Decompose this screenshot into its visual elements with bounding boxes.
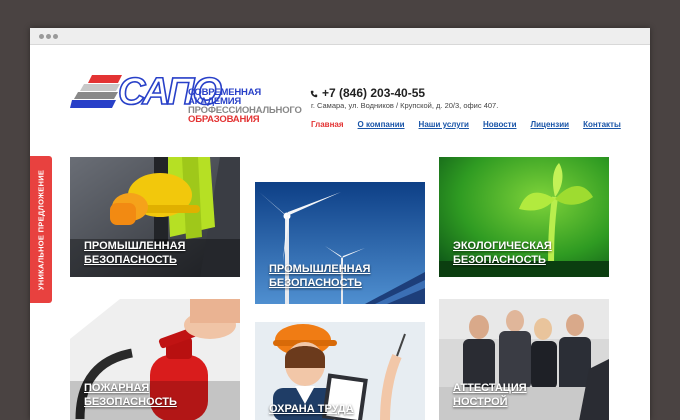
main-nav: Главная О компании Наши услуги Новости Л…	[311, 120, 621, 129]
tile-caption-line-1: ОХРАНА ТРУДА	[269, 403, 354, 415]
tile-caption: ПРОМЫШЛЕННАЯ БЕЗОПАСНОСТЬ	[84, 239, 185, 267]
nav-item-contacts[interactable]: Контакты	[583, 120, 621, 129]
tile-caption-line-1: ПРОМЫШЛЕННАЯ	[84, 240, 186, 252]
window-dot-icon[interactable]	[39, 34, 44, 39]
nav-item-services[interactable]: Наши услуги	[419, 120, 469, 129]
window-dot-icon[interactable]	[53, 34, 58, 39]
window-dot-icon[interactable]	[46, 34, 51, 39]
tile-caption: ОХРАНА ТРУДА	[269, 402, 354, 416]
tile-caption-line-2: БЕЗОПАСНОСТЬ	[269, 277, 362, 289]
tile-caption: ПОЖАРНАЯ БЕЗОПАСНОСТЬ	[84, 381, 177, 409]
web-page: САПО СОВРЕМЕННАЯ АКАДЕМИЯ ПРОФЕССИОНАЛЬН…	[30, 45, 650, 420]
phone-icon	[310, 90, 318, 98]
tile-caption: АТТЕСТАЦИЯ НОСТРОЙ	[453, 381, 527, 409]
tile-caption-line-1: ПРОМЫШЛЕННАЯ	[269, 263, 371, 275]
unique-offer-tab[interactable]: УНИКАЛЬНОЕ ПРЕДЛОЖЕНИЕ	[30, 156, 52, 303]
tile-caption-line-2: БЕЗОПАСНОСТЬ	[84, 396, 177, 408]
address-text: г. Самара, ул. Водников / Крупской, д. 2…	[311, 101, 499, 110]
nav-item-about[interactable]: О компании	[358, 120, 405, 129]
tile-industrial-safety-2[interactable]: ПРОМЫШЛЕННАЯ БЕЗОПАСНОСТЬ	[255, 182, 425, 304]
tile-caption-line-2: БЕЗОПАСНОСТЬ	[453, 254, 546, 266]
logo-line-4: ОБРАЗОВАНИЯ	[188, 114, 260, 125]
tile-labor-protection[interactable]: ОХРАНА ТРУДА	[255, 322, 425, 420]
tile-industrial-safety-1[interactable]: ПРОМЫШЛЕННАЯ БЕЗОПАСНОСТЬ	[70, 157, 240, 277]
nav-item-home[interactable]: Главная	[311, 120, 344, 129]
phone-number[interactable]: +7 (846) 203-40-55	[310, 86, 425, 100]
phone-text: +7 (846) 203-40-55	[322, 86, 426, 100]
site-logo[interactable]: САПО СОВРЕМЕННАЯ АКАДЕМИЯ ПРОФЕССИОНАЛЬН…	[70, 70, 302, 124]
tile-caption-line-1: ПОЖАРНАЯ	[84, 382, 150, 394]
tile-caption-line-2: БЕЗОПАСНОСТЬ	[84, 254, 177, 266]
tile-caption-line-1: АТТЕСТАЦИЯ	[453, 382, 527, 394]
tile-certification-nostroy[interactable]: АТТЕСТАЦИЯ НОСТРОЙ	[439, 299, 609, 420]
tile-caption-line-2: НОСТРОЙ	[453, 396, 508, 408]
browser-window: САПО СОВРЕМЕННАЯ АКАДЕМИЯ ПРОФЕССИОНАЛЬН…	[30, 28, 650, 420]
tile-caption: ПРОМЫШЛЕННАЯ БЕЗОПАСНОСТЬ	[269, 262, 370, 290]
nav-item-licenses[interactable]: Лицензии	[531, 120, 570, 129]
tile-fire-safety[interactable]: ПОЖАРНАЯ БЕЗОПАСНОСТЬ	[70, 299, 240, 420]
logo-text: СОВРЕМЕННАЯ АКАДЕМИЯ ПРОФЕССИОНАЛЬНОГО О…	[188, 88, 302, 125]
nav-item-news[interactable]: Новости	[483, 120, 517, 129]
unique-offer-label: УНИКАЛЬНОЕ ПРЕДЛОЖЕНИЕ	[36, 169, 45, 290]
tile-caption: ЭКОЛОГИЧЕСКАЯ БЕЗОПАСНОСТЬ	[453, 239, 552, 267]
browser-toolbar	[30, 28, 650, 45]
tile-caption-line-1: ЭКОЛОГИЧЕСКАЯ	[453, 240, 552, 252]
tile-ecological-safety[interactable]: ЭКОЛОГИЧЕСКАЯ БЕЗОПАСНОСТЬ	[439, 157, 609, 277]
